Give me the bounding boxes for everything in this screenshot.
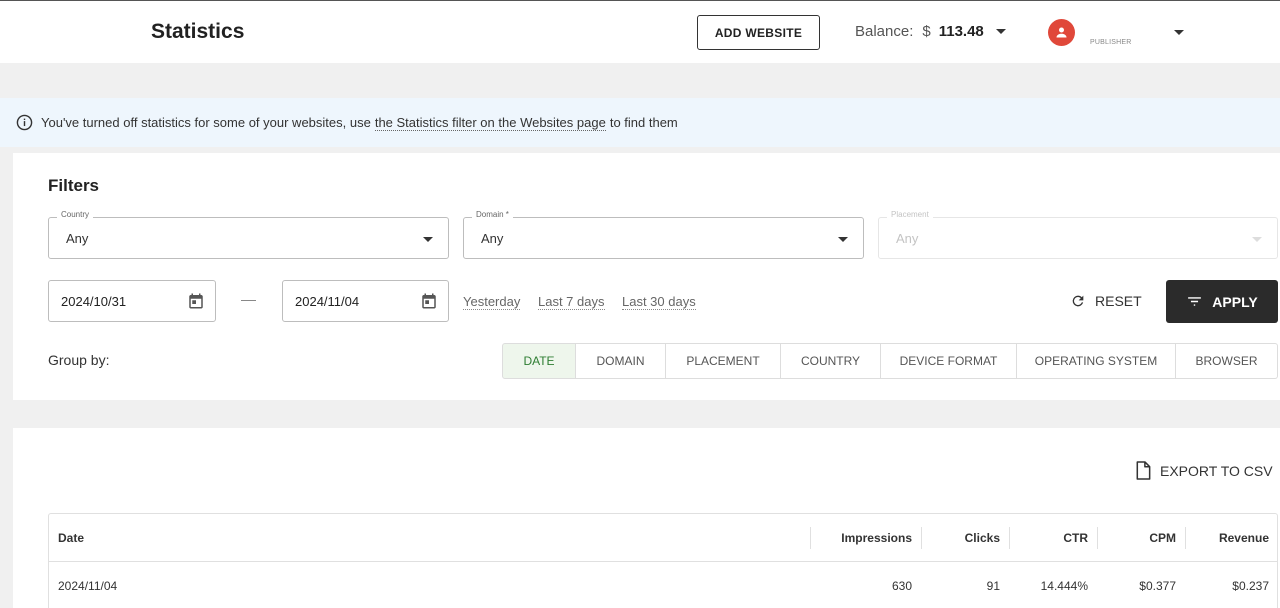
date-range-separator [241,300,256,301]
reset-button[interactable]: RESET [1070,293,1142,309]
group-by-placement[interactable]: PLACEMENT [666,343,781,379]
cell-date: 2024/11/04 [58,579,118,593]
cell-revenue: $0.237 [1232,579,1269,593]
quick-range-last-30-days[interactable]: Last 30 days [622,294,696,310]
date-to-value: 2024/11/04 [295,294,360,309]
domain-value: Any [481,231,504,246]
banner-text-before: You've turned off statistics for some of… [41,115,371,130]
cell-cpm: $0.377 [1139,579,1176,593]
placement-label: Placement [887,210,933,219]
group-by-device-format[interactable]: DEVICE FORMAT [881,343,1017,379]
cell-impressions: 630 [891,579,912,593]
info-banner: You've turned off statistics for some of… [0,98,1280,147]
chevron-down-icon [423,237,433,242]
domain-label: Domain * [472,210,513,219]
table-row: 2024/11/04 630 91 14.444% $0.377 $0.237 [49,562,1277,608]
balance-label: Balance: [855,23,914,40]
column-header-date[interactable]: Date [58,514,84,562]
file-icon [1135,461,1151,480]
page-title: Statistics [151,20,245,43]
group-by-domain[interactable]: DOMAIN [576,343,666,379]
apply-label: APPLY [1212,293,1258,310]
placement-select: Placement Any [878,210,1278,259]
group-by-browser[interactable]: BROWSER [1176,343,1278,379]
group-by-operating-system[interactable]: OPERATING SYSTEM [1017,343,1176,379]
country-select[interactable]: Country Any [48,210,449,259]
group-by-tabs: DATE DOMAIN PLACEMENT COUNTRY DEVICE FOR… [502,343,1278,379]
date-from-input[interactable]: 2024/10/31 [48,280,216,322]
column-header-impressions[interactable]: Impressions [811,514,912,562]
placement-value: Any [896,231,919,246]
info-icon [16,114,33,131]
country-value: Any [66,231,89,246]
chevron-down-icon [838,237,848,242]
export-csv-label: EXPORT TO CSV [1160,462,1273,479]
cell-ctr: 14.444% [1040,579,1088,593]
domain-select[interactable]: Domain * Any [463,210,864,259]
filter-icon [1186,293,1203,310]
top-bar: Statistics ADD WEBSITE Balance: $ 113.48… [0,0,1280,63]
banner-text-after: to find them [609,115,678,130]
calendar-icon[interactable] [420,292,438,310]
table-header: Date Impressions Clicks CTR CPM Revenue [49,514,1277,562]
cell-clicks: 91 [986,579,1000,593]
avatar[interactable] [1048,19,1075,46]
websites-page-link[interactable]: the Statistics filter on the Websites pa… [374,115,606,131]
add-website-button[interactable]: ADD WEBSITE [697,15,820,50]
apply-button[interactable]: APPLY [1166,280,1278,323]
group-by-country[interactable]: COUNTRY [781,343,881,379]
balance-currency: $ [922,23,931,40]
user-icon [1056,27,1067,38]
column-header-ctr[interactable]: CTR [1010,514,1088,562]
group-by-date[interactable]: DATE [502,343,576,379]
chevron-down-icon [995,29,1006,34]
date-from-value: 2024/10/31 [61,294,127,309]
quick-range-yesterday[interactable]: Yesterday [463,294,521,310]
column-header-clicks[interactable]: Clicks [922,514,1000,562]
column-header-cpm[interactable]: CPM [1098,514,1176,562]
date-to-input[interactable]: 2024/11/04 [282,280,449,322]
statistics-table-panel: EXPORT TO CSV Date Impressions Clicks CT… [13,428,1280,608]
statistics-table: Date Impressions Clicks CTR CPM Revenue … [48,513,1278,608]
refresh-icon [1070,293,1086,309]
filters-title: Filters [48,176,100,195]
user-menu-chevron-icon[interactable] [1174,30,1184,35]
user-role: PUBLISHER [1090,39,1132,46]
column-header-revenue[interactable]: Revenue [1186,514,1269,562]
quick-range-last-7-days[interactable]: Last 7 days [538,294,605,310]
reset-label: RESET [1095,293,1142,309]
filters-panel: Filters Country Any Domain * Any Placeme… [13,153,1280,400]
balance-amount: 113.48 [938,23,984,40]
chevron-down-icon [1252,237,1262,242]
country-label: Country [57,210,94,219]
group-by-label: Group by: [48,352,110,368]
balance-dropdown[interactable]: Balance: $ 113.48 [855,23,1006,40]
calendar-icon[interactable] [187,292,205,310]
export-csv-button[interactable]: EXPORT TO CSV [1135,461,1273,480]
